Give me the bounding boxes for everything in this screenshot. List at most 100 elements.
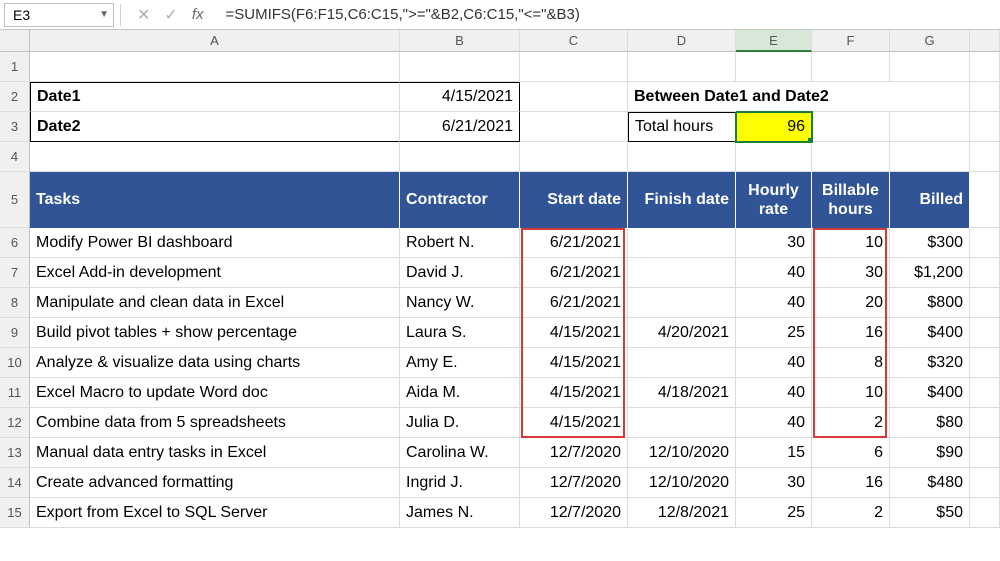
fx-icon[interactable]: fx <box>192 6 204 23</box>
row-header[interactable]: 9 <box>0 318 30 348</box>
cell-billed[interactable]: $90 <box>890 438 970 468</box>
cell[interactable] <box>520 52 628 82</box>
row-header[interactable]: 3 <box>0 112 30 142</box>
cell-task[interactable]: Manipulate and clean data in Excel <box>30 288 400 318</box>
col-header[interactable]: G <box>890 30 970 52</box>
cell-start-date[interactable]: 12/7/2020 <box>520 468 628 498</box>
cell[interactable] <box>970 318 1000 348</box>
cell-start-date[interactable]: 12/7/2020 <box>520 438 628 468</box>
row-header[interactable]: 6 <box>0 228 30 258</box>
formula-input[interactable]: =SUMIFS(F6:F15,C6:C15,">="&B2,C6:C15,"<=… <box>219 6 996 23</box>
cell-hours[interactable]: 30 <box>812 258 890 288</box>
row-header[interactable]: 2 <box>0 82 30 112</box>
cell-finish-date[interactable] <box>628 348 736 378</box>
cell[interactable] <box>628 52 736 82</box>
cell-date2-label[interactable]: Date2 <box>30 112 400 142</box>
col-header[interactable]: F <box>812 30 890 52</box>
cell-start-date[interactable]: 12/7/2020 <box>520 498 628 528</box>
row-header[interactable]: 15 <box>0 498 30 528</box>
cell-contractor[interactable]: James N. <box>400 498 520 528</box>
row-header[interactable]: 5 <box>0 172 30 228</box>
row-header[interactable]: 7 <box>0 258 30 288</box>
row-header[interactable]: 11 <box>0 378 30 408</box>
cell[interactable] <box>970 438 1000 468</box>
cell-total-hours-value[interactable]: 96 <box>736 112 812 142</box>
cell[interactable] <box>970 408 1000 438</box>
cell-rate[interactable]: 25 <box>736 318 812 348</box>
cell-rate[interactable]: 40 <box>736 288 812 318</box>
cell-rate[interactable]: 25 <box>736 498 812 528</box>
cell-rate[interactable]: 40 <box>736 378 812 408</box>
col-billable-hours[interactable]: Billable hours <box>812 172 890 228</box>
cell-between-label[interactable]: Between Date1 and Date2 <box>628 82 736 112</box>
cell-rate[interactable]: 40 <box>736 408 812 438</box>
cell-contractor[interactable]: Julia D. <box>400 408 520 438</box>
cell-billed[interactable]: $50 <box>890 498 970 528</box>
cell[interactable] <box>812 142 890 172</box>
cell-task[interactable]: Combine data from 5 spreadsheets <box>30 408 400 438</box>
cell-start-date[interactable]: 6/21/2021 <box>520 288 628 318</box>
col-finish-date[interactable]: Finish date <box>628 172 736 228</box>
cell[interactable] <box>970 468 1000 498</box>
cell[interactable] <box>30 52 400 82</box>
cell[interactable] <box>970 52 1000 82</box>
cell-contractor[interactable]: Nancy W. <box>400 288 520 318</box>
cell[interactable] <box>970 288 1000 318</box>
cell-task[interactable]: Create advanced formatting <box>30 468 400 498</box>
cell[interactable] <box>970 228 1000 258</box>
name-box[interactable]: E3 ▼ <box>4 3 114 27</box>
cell[interactable] <box>812 52 890 82</box>
cell-rate[interactable]: 30 <box>736 228 812 258</box>
select-all-corner[interactable] <box>0 30 30 52</box>
cell-hours[interactable]: 10 <box>812 378 890 408</box>
cell-contractor[interactable]: Ingrid J. <box>400 468 520 498</box>
col-contractor[interactable]: Contractor <box>400 172 520 228</box>
cell-task[interactable]: Analyze & visualize data using charts <box>30 348 400 378</box>
cell-rate[interactable]: 40 <box>736 258 812 288</box>
cell-billed[interactable]: $80 <box>890 408 970 438</box>
cell-contractor[interactable]: Aida M. <box>400 378 520 408</box>
cell[interactable] <box>970 498 1000 528</box>
col-billed[interactable]: Billed <box>890 172 970 228</box>
cell-contractor[interactable]: Laura S. <box>400 318 520 348</box>
cell-billed[interactable]: $400 <box>890 378 970 408</box>
cell-rate[interactable]: 30 <box>736 468 812 498</box>
cell[interactable] <box>890 52 970 82</box>
cell[interactable] <box>628 142 736 172</box>
cell-start-date[interactable]: 4/15/2021 <box>520 348 628 378</box>
row-header[interactable]: 13 <box>0 438 30 468</box>
cell-finish-date[interactable]: 12/8/2021 <box>628 498 736 528</box>
cell[interactable] <box>970 258 1000 288</box>
row-header[interactable]: 1 <box>0 52 30 82</box>
col-header[interactable]: A <box>30 30 400 52</box>
cell-contractor[interactable]: Carolina W. <box>400 438 520 468</box>
cell-date1-label[interactable]: Date1 <box>30 82 400 112</box>
cell-billed[interactable]: $320 <box>890 348 970 378</box>
col-header[interactable]: B <box>400 30 520 52</box>
row-header[interactable]: 14 <box>0 468 30 498</box>
cell-billed[interactable]: $800 <box>890 288 970 318</box>
col-start-date[interactable]: Start date <box>520 172 628 228</box>
cell-billed[interactable]: $1,200 <box>890 258 970 288</box>
col-header[interactable]: E <box>736 30 812 52</box>
cell[interactable] <box>400 142 520 172</box>
cell-start-date[interactable]: 4/15/2021 <box>520 378 628 408</box>
cell[interactable] <box>970 112 1000 142</box>
row-header[interactable]: 12 <box>0 408 30 438</box>
cell-hours[interactable]: 16 <box>812 468 890 498</box>
cell[interactable] <box>890 112 970 142</box>
cell-date1-value[interactable]: 4/15/2021 <box>400 82 520 112</box>
cell[interactable] <box>890 142 970 172</box>
cell-hours[interactable]: 2 <box>812 408 890 438</box>
cell[interactable] <box>970 348 1000 378</box>
cell-contractor[interactable]: Amy E. <box>400 348 520 378</box>
cell-task[interactable]: Excel Macro to update Word doc <box>30 378 400 408</box>
row-header[interactable]: 4 <box>0 142 30 172</box>
cell-finish-date[interactable] <box>628 288 736 318</box>
cell-hours[interactable]: 2 <box>812 498 890 528</box>
cell-hours[interactable]: 6 <box>812 438 890 468</box>
cell-finish-date[interactable] <box>628 408 736 438</box>
cancel-icon[interactable]: ✕ <box>137 5 150 25</box>
cell-start-date[interactable]: 4/15/2021 <box>520 318 628 348</box>
cell-task[interactable]: Build pivot tables + show percentage <box>30 318 400 348</box>
